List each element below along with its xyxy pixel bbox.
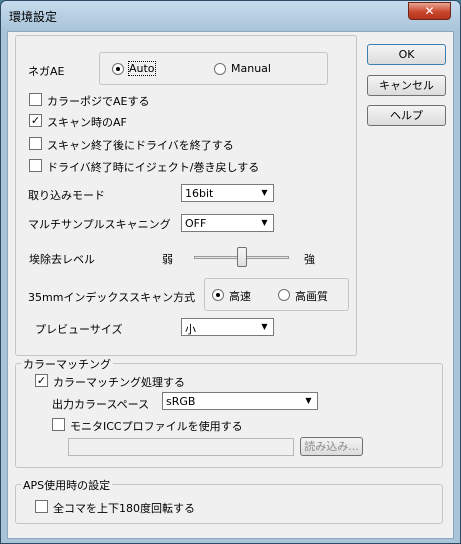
index-scan-quality-radio[interactable] xyxy=(278,289,290,301)
ok-button[interactable]: OK xyxy=(367,44,446,65)
scan-af-label: スキャン時のAF xyxy=(47,116,127,129)
chevron-down-icon: ▼ xyxy=(261,322,268,331)
rotate-180-label: 全コマを上下180度回転する xyxy=(53,502,195,515)
exit-driver-after-scan-label: スキャン終了後にドライバを終了する xyxy=(47,139,234,152)
preview-size-label: プレビューサイズ xyxy=(35,323,123,336)
dust-removal-max-label: 強 xyxy=(304,253,315,266)
chevron-down-icon: ▼ xyxy=(305,396,312,405)
preferences-window: 環境設定 ✕ OK キャンセル ヘルプ ネガAE Auto Manual カラー… xyxy=(0,0,461,544)
monitor-icc-checkbox[interactable] xyxy=(52,418,65,431)
multisample-label: マルチサンプルスキャニング xyxy=(28,218,171,231)
color-matching-group-title: カラーマッチング xyxy=(21,356,113,372)
dust-removal-label: 埃除去レベル xyxy=(29,253,95,266)
color-matching-label: カラーマッチング処理する xyxy=(53,376,185,389)
index-scan-fast-radio[interactable] xyxy=(212,289,224,301)
color-positive-ae-label: カラーポジでAEする xyxy=(47,95,150,108)
output-color-space-value: sRGB xyxy=(166,395,196,408)
output-color-space-label: 出力カラースペース xyxy=(52,398,150,411)
aps-settings-group-title: APS使用時の設定 xyxy=(21,477,113,493)
capture-mode-value: 16bit xyxy=(185,187,214,200)
eject-on-exit-label: ドライバ終了時にイジェクト/巻き戻しする xyxy=(47,161,260,174)
help-button[interactable]: ヘルプ xyxy=(367,105,446,126)
color-positive-ae-checkbox[interactable] xyxy=(29,93,42,106)
monitor-icc-label: モニタICCプロファイルを使用する xyxy=(70,420,243,433)
rotate-180-checkbox[interactable] xyxy=(35,500,48,513)
capture-mode-label: 取り込みモード xyxy=(28,189,105,202)
dialog-body: OK キャンセル ヘルプ ネガAE Auto Manual カラーポジでAEする… xyxy=(7,31,454,539)
index-scan-fast-label[interactable]: 高速 xyxy=(229,288,251,304)
index-scan-quality-label[interactable]: 高画質 xyxy=(295,288,328,304)
eject-on-exit-checkbox[interactable] xyxy=(29,159,42,172)
preview-size-value: 小 xyxy=(185,323,196,336)
dust-removal-min-label: 弱 xyxy=(162,253,173,266)
nega-ae-auto-label[interactable]: Auto xyxy=(128,61,156,76)
nega-ae-auto-radio[interactable] xyxy=(112,63,124,75)
window-title: 環境設定 xyxy=(9,10,58,24)
multisample-select[interactable]: OFF ▼ xyxy=(181,214,274,232)
chevron-down-icon: ▼ xyxy=(261,218,268,227)
output-color-space-select[interactable]: sRGB ▼ xyxy=(162,392,318,410)
title-bar[interactable]: 環境設定 ✕ xyxy=(1,1,460,31)
cancel-button[interactable]: キャンセル xyxy=(367,75,446,96)
nega-ae-manual-label[interactable]: Manual xyxy=(231,62,271,75)
color-matching-checkbox[interactable]: ✓ xyxy=(35,374,48,387)
capture-mode-select[interactable]: 16bit ▼ xyxy=(181,184,274,202)
close-button[interactable]: ✕ xyxy=(408,2,451,20)
nega-ae-manual-radio[interactable] xyxy=(214,63,226,75)
multisample-value: OFF xyxy=(185,217,207,230)
exit-driver-after-scan-checkbox[interactable] xyxy=(29,137,42,150)
chevron-down-icon: ▼ xyxy=(261,188,268,197)
icc-profile-path-input[interactable] xyxy=(68,438,294,456)
preview-size-select[interactable]: 小 ▼ xyxy=(181,318,274,336)
index-scan-label: 35mmインデックススキャン方式 xyxy=(28,291,196,304)
load-profile-button[interactable]: 読み込み... xyxy=(300,437,363,456)
dust-removal-slider-thumb[interactable] xyxy=(236,247,247,267)
nega-ae-label: ネガAE xyxy=(28,65,65,78)
scan-af-checkbox[interactable]: ✓ xyxy=(29,114,42,127)
